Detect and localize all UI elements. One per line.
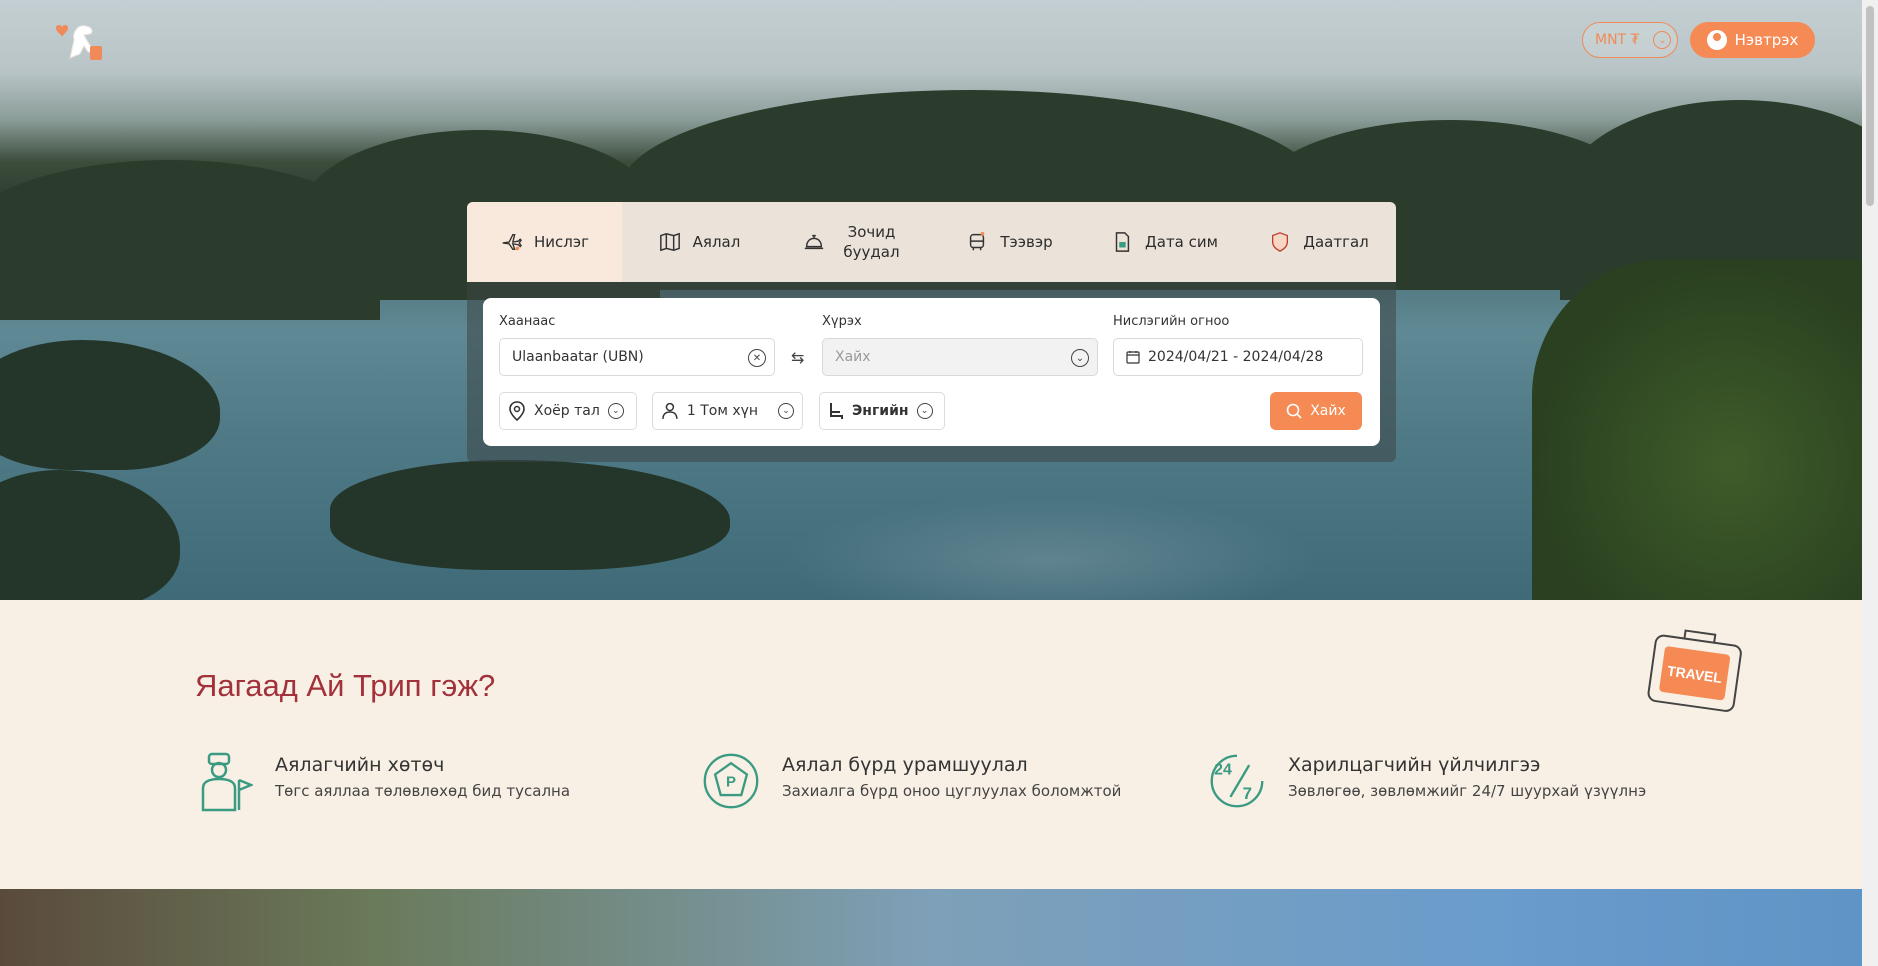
from-label: Хаанаас — [499, 314, 556, 329]
tab-label: Даатгал — [1303, 233, 1369, 251]
chevron-down-icon: ⌄ — [1653, 31, 1672, 49]
search-button[interactable]: Хайх — [1270, 392, 1362, 430]
chevron-down-icon: ⌄ — [607, 403, 624, 419]
destination-banner — [0, 889, 1862, 966]
flight-search-form: Хаанаас Ulaanbaatar (UBN) ✕ ⇆ Хүрэх Хайх… — [483, 298, 1380, 446]
feature-title: Аялагчийн хөтөч — [275, 754, 445, 776]
feature-desc: Төгс аяллаа төлөвлөхөд бид тусална — [275, 782, 571, 800]
clear-icon[interactable]: ✕ — [748, 349, 766, 367]
date-label: Нислэгийн огноо — [1113, 314, 1230, 329]
hero-island — [330, 460, 730, 570]
tab-insurance[interactable]: Даатгал — [1242, 202, 1396, 282]
bus-icon — [966, 231, 988, 253]
feature-rewards: P Аялал бүрд урамшуулал Захиалга бүрд он… — [702, 750, 1121, 812]
login-button[interactable]: Нэвтрэх — [1690, 22, 1815, 58]
tab-transport[interactable]: Тээвэр — [932, 202, 1087, 282]
login-label: Нэвтрэх — [1734, 31, 1799, 49]
dino-logo-icon[interactable] — [52, 18, 104, 62]
feature-title: Харилцагчийн үйлчилгээ — [1288, 754, 1541, 776]
sim-card-icon — [1111, 231, 1133, 253]
swap-icon[interactable]: ⇆ — [791, 348, 804, 367]
hotel-bell-icon — [803, 231, 825, 253]
svg-text:P: P — [726, 774, 736, 791]
tab-flight[interactable]: Нислэг — [467, 202, 622, 282]
hero-banner: MNT ₮ ⌄ Нэвтрэх Нислэг Аялал Зочид бууда… — [0, 0, 1862, 600]
cabin-class-value: Энгийн — [852, 403, 909, 419]
date-value: 2024/04/21 - 2024/04/28 — [1148, 349, 1324, 365]
shield-icon — [1269, 231, 1291, 253]
passenger-value: 1 Том хүн — [686, 403, 759, 419]
tab-label: Аялал — [692, 233, 741, 251]
search-button-label: Хайх — [1310, 403, 1346, 419]
chevron-down-icon: ⌄ — [1071, 349, 1089, 367]
chevron-down-icon: ⌄ — [916, 403, 933, 419]
travel-suitcase-icon: TRAVEL — [1647, 629, 1742, 712]
tab-label: Дата сим — [1145, 233, 1218, 251]
person-icon — [662, 402, 678, 419]
scrollbar-thumb[interactable] — [1866, 6, 1874, 206]
passenger-select[interactable]: 1 Том хүн ⌄ — [652, 392, 803, 430]
feature-guide: Аялагчийн хөтөч Төгс аяллаа төлөвлөхөд б… — [195, 750, 570, 812]
tab-label: Тээвэр — [1000, 233, 1053, 251]
date-range-input[interactable]: 2024/04/21 - 2024/04/28 — [1113, 338, 1363, 376]
to-label: Хүрэх — [822, 314, 862, 329]
tab-tour[interactable]: Аялал — [622, 202, 777, 282]
trip-type-select[interactable]: Хоёр тал ⌄ — [499, 392, 637, 430]
tab-label: Нислэг — [534, 233, 589, 251]
seat-icon — [830, 403, 843, 419]
feature-desc: Зөвлөгөө, зөвлөмжийг 24/7 шуурхай үзүүлн… — [1288, 782, 1647, 800]
tab-label: Зочид буудал — [843, 223, 900, 261]
currency-selector[interactable]: MNT ₮ ⌄ — [1582, 22, 1678, 58]
chevron-down-icon: ⌄ — [778, 403, 794, 419]
search-icon — [1286, 403, 1302, 419]
to-placeholder: Хайх — [835, 349, 871, 365]
calendar-icon — [1126, 351, 1140, 364]
feature-title: Аялал бүрд урамшуулал — [782, 754, 1028, 776]
page-scrollbar[interactable] — [1862, 0, 1878, 966]
tab-hotel[interactable]: Зочид буудал — [777, 202, 932, 282]
section-title: Яагаад Ай Трип гэж? — [195, 668, 496, 703]
why-section: Яагаад Ай Трип гэж? TRAVEL Аялагчийн хөт… — [0, 600, 1862, 889]
hero-island — [0, 470, 180, 600]
to-input[interactable]: Хайх ⌄ — [822, 338, 1098, 376]
tab-data-sim[interactable]: Дата сим — [1087, 202, 1242, 282]
hero-island — [0, 340, 220, 470]
feature-desc: Захиалга бүрд оноо цуглуулах боломжтой — [782, 782, 1122, 800]
points-icon: P — [703, 753, 759, 809]
currency-label: MNT ₮ — [1595, 32, 1640, 48]
cabin-class-select[interactable]: Энгийн ⌄ — [819, 392, 945, 430]
from-input[interactable]: Ulaanbaatar (UBN) ✕ — [499, 338, 775, 376]
hero-tree — [1532, 260, 1862, 600]
guide-icon — [201, 752, 253, 812]
map-icon — [659, 231, 681, 253]
svg-text:7: 7 — [1243, 784, 1252, 803]
support-247-icon: 24 7 — [1210, 754, 1264, 808]
feature-support: 24 7 Харилцагчийн үйлчилгээ Зөвлөгөө, зө… — [1208, 750, 1646, 812]
trip-type-value: Хоёр тал — [534, 403, 600, 419]
plane-icon — [500, 231, 522, 253]
search-panel: Нислэг Аялал Зочид буудал Тээвэр Дата си… — [467, 202, 1396, 462]
user-icon — [1706, 30, 1727, 50]
service-tabs: Нислэг Аялал Зочид буудал Тээвэр Дата си… — [467, 202, 1396, 282]
location-pin-icon — [509, 401, 525, 421]
from-value: Ulaanbaatar (UBN) — [512, 349, 644, 365]
svg-text:24: 24 — [1214, 761, 1232, 778]
